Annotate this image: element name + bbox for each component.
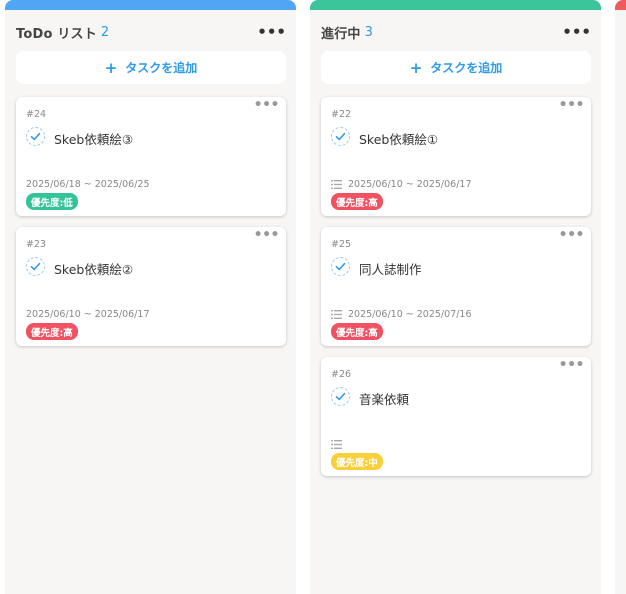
task-number: #24 (26, 109, 47, 120)
column-title: ToDo リスト (16, 26, 97, 42)
list-icon (331, 179, 342, 189)
more-horizontal-icon[interactable]: ••• (254, 98, 280, 112)
column-count: 3 (364, 24, 373, 40)
more-horizontal-icon[interactable]: ••• (559, 358, 585, 372)
task-dates: 2025/06/10 ~ 2025/06/17 (26, 308, 150, 320)
add-task-button[interactable]: + タスクを追加 (321, 51, 591, 84)
kanban-board: ToDo リスト 2 ••• + タスクを追加 ••• #24 Skeb依頼絵③… (0, 0, 626, 594)
task-number: #23 (26, 239, 47, 250)
list-icon (331, 439, 342, 449)
column-count: 2 (100, 24, 110, 40)
task-title: 音楽依頼 (359, 392, 410, 407)
task-title: Skeb依頼絵① (359, 132, 439, 147)
column-color-bar (310, 0, 601, 10)
more-horizontal-icon[interactable]: ••• (562, 25, 591, 40)
plus-icon: + (104, 58, 118, 77)
priority-badge: 優先度:高 (331, 323, 383, 340)
task-title: Skeb依頼絵③ (54, 132, 134, 147)
task-title: 同人誌制作 (359, 262, 422, 277)
check-circle-icon[interactable] (26, 257, 45, 276)
plus-icon: + (409, 58, 423, 77)
task-meta: 2025/06/10 ~ 2025/06/17 (331, 178, 472, 190)
task-meta: 2025/06/18 ~ 2025/06/25 (26, 178, 150, 190)
column-color-bar (615, 0, 626, 10)
column-partial (615, 0, 626, 594)
task-number: #25 (331, 239, 352, 250)
task-meta: 2025/06/10 ~ 2025/07/16 (331, 308, 472, 320)
priority-badge: 優先度:中 (331, 453, 383, 470)
check-circle-icon[interactable] (331, 257, 350, 276)
check-circle-icon[interactable] (26, 127, 45, 146)
task-number: #26 (331, 369, 352, 380)
column-in-progress: 進行中 3 ••• + タスクを追加 ••• #22 Skeb依頼絵① 2025… (310, 0, 601, 594)
task-meta (331, 438, 348, 450)
more-horizontal-icon[interactable]: ••• (254, 228, 280, 242)
add-task-label: タスクを追加 (125, 61, 198, 75)
task-card[interactable]: ••• #23 Skeb依頼絵② 2025/06/10 ~ 2025/06/17… (16, 227, 286, 346)
check-circle-icon[interactable] (331, 387, 350, 406)
task-dates: 2025/06/10 ~ 2025/07/16 (348, 308, 472, 320)
add-task-button[interactable]: + タスクを追加 (16, 51, 286, 84)
priority-badge: 優先度:高 (331, 193, 383, 210)
task-title: Skeb依頼絵② (54, 262, 134, 277)
task-meta: 2025/06/10 ~ 2025/06/17 (26, 308, 150, 320)
task-number: #22 (331, 109, 352, 120)
priority-badge: 優先度:低 (26, 193, 78, 210)
list-icon (331, 309, 342, 319)
task-dates: 2025/06/18 ~ 2025/06/25 (26, 178, 150, 190)
check-circle-icon[interactable] (331, 127, 350, 146)
task-dates: 2025/06/10 ~ 2025/06/17 (348, 178, 472, 190)
task-card[interactable]: ••• #26 音楽依頼 優先度:中 (321, 357, 591, 476)
task-card[interactable]: ••• #24 Skeb依頼絵③ 2025/06/18 ~ 2025/06/25… (16, 97, 286, 216)
task-card[interactable]: ••• #25 同人誌制作 2025/06/10 ~ 2025/07/16 優先… (321, 227, 591, 346)
more-horizontal-icon[interactable]: ••• (257, 25, 286, 40)
column-title: 進行中 (321, 26, 361, 42)
column-color-bar (5, 0, 296, 10)
column-header: ToDo リスト 2 ••• (16, 22, 286, 42)
task-card[interactable]: ••• #22 Skeb依頼絵① 2025/06/10 ~ 2025/06/17… (321, 97, 591, 216)
more-horizontal-icon[interactable]: ••• (559, 228, 585, 242)
priority-badge: 優先度:高 (26, 323, 78, 340)
add-task-label: タスクを追加 (430, 61, 503, 75)
column-todo: ToDo リスト 2 ••• + タスクを追加 ••• #24 Skeb依頼絵③… (5, 0, 296, 594)
more-horizontal-icon[interactable]: ••• (559, 98, 585, 112)
column-header: 進行中 3 ••• (321, 22, 591, 42)
